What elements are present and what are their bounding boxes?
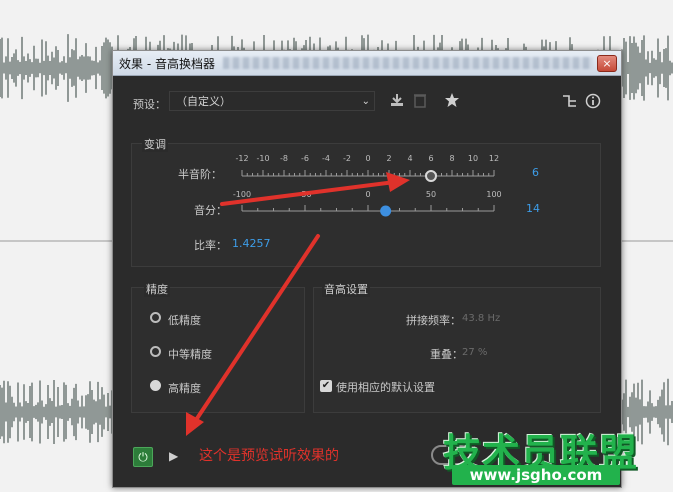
ratio-value: 1.4257 — [232, 237, 271, 250]
tick-label: 0 — [365, 190, 371, 199]
cents-label: 音分： — [194, 204, 227, 217]
semitone-label: 半音阶： — [178, 168, 222, 181]
trash-icon[interactable] — [413, 92, 427, 108]
preset-label: 预设： — [133, 98, 166, 111]
tick-label: 8 — [449, 154, 455, 163]
star-icon[interactable] — [444, 92, 460, 108]
precision-panel: 精度 低精度 中等精度 高精度 — [131, 281, 305, 413]
splice-frequency-label: 拼接频率： — [406, 314, 461, 327]
download-icon[interactable] — [389, 92, 405, 108]
overlap-value: 27 % — [462, 347, 488, 358]
tick-label: 10 — [467, 154, 479, 163]
play-icon[interactable]: ▶ — [169, 449, 178, 463]
title-bar-blur — [223, 57, 593, 69]
cents-slider[interactable] — [232, 199, 504, 219]
tick-label: -100 — [232, 190, 252, 199]
precision-title: 精度 — [144, 281, 170, 297]
info-icon[interactable] — [585, 93, 601, 109]
chevron-down-icon: ⌄ — [361, 96, 370, 107]
precision-label-high: 高精度 — [168, 382, 201, 395]
tick-label: 6 — [428, 154, 434, 163]
precision-label-low: 低精度 — [168, 314, 201, 327]
semitone-slider[interactable] — [232, 164, 504, 184]
preset-dropdown[interactable]: （自定义） ⌄ — [169, 91, 375, 111]
tick-label: -8 — [280, 154, 288, 163]
tick-label: 50 — [425, 190, 437, 199]
precision-radio-low[interactable] — [150, 312, 161, 323]
tick-label: 2 — [386, 154, 392, 163]
tick-label: -50 — [298, 190, 312, 199]
tick-label: -12 — [235, 154, 249, 163]
tick-label: -10 — [256, 154, 270, 163]
semitone-slider-thumb[interactable] — [425, 170, 437, 182]
annotation-text: 这个是预览试听效果的 — [199, 448, 339, 464]
precision-radio-high[interactable] — [150, 380, 161, 391]
title-bar[interactable]: 效果 - 音高换档器 × — [113, 51, 621, 76]
tick-label: -2 — [343, 154, 351, 163]
precision-radio-medium[interactable] — [150, 346, 161, 357]
dialog-title: 效果 - 音高换档器 — [119, 57, 215, 71]
use-defaults-label: 使用相应的默认设置 — [336, 381, 435, 394]
transpose-title: 变调 — [142, 136, 168, 152]
power-icon[interactable]: ⏻ — [133, 447, 153, 467]
tick-label: -6 — [301, 154, 309, 163]
semitone-value[interactable]: 6 — [532, 166, 539, 179]
preset-value: （自定义） — [176, 95, 231, 108]
ratio-label: 比率： — [194, 239, 227, 252]
watermark-url: www.jsgho.com — [452, 465, 620, 485]
transpose-panel: 变调 半音阶： 音分： 比率： 1.4257 6 14 -12 -10 -8 -6 -4… — [131, 136, 601, 267]
precision-label-medium: 中等精度 — [168, 348, 212, 361]
routing-icon[interactable] — [562, 94, 578, 108]
tick-label: 12 — [488, 154, 500, 163]
cents-value[interactable]: 14 — [526, 202, 540, 215]
pitch-settings-panel: 音高设置 拼接频率： 43.8 Hz 重叠： 27 % ✔ 使用相应的默认设置 — [313, 281, 601, 413]
use-defaults-checkbox[interactable]: ✔ — [320, 380, 332, 392]
overlap-label: 重叠： — [430, 348, 463, 361]
close-button[interactable]: × — [597, 55, 617, 72]
splice-frequency-value: 43.8 Hz — [462, 313, 501, 324]
tick-label: 100 — [486, 190, 502, 199]
pitch-settings-title: 音高设置 — [322, 281, 370, 297]
tick-label: -4 — [322, 154, 330, 163]
tick-label: 0 — [365, 154, 371, 163]
cents-slider-thumb[interactable] — [380, 205, 392, 217]
tick-label: 4 — [407, 154, 413, 163]
